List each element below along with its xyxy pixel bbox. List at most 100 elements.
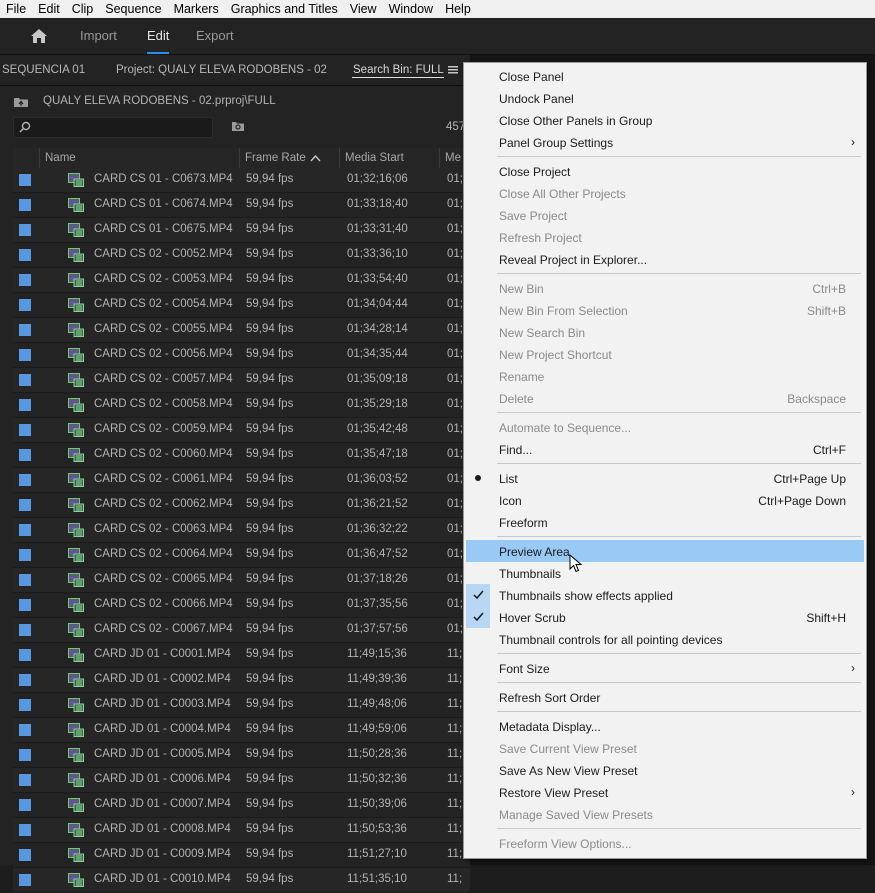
column-divider[interactable] [39, 148, 40, 168]
column-divider[interactable] [439, 148, 440, 168]
menu-item-list[interactable]: List Ctrl+Page Up [466, 467, 864, 489]
table-row[interactable]: CARD JD 01 - C0006.MP4 59,94 fps 11;50;32;… [13, 768, 470, 793]
table-row[interactable]: CARD JD 01 - C0010.MP4 59,94 fps 11;51;35;… [13, 868, 470, 893]
table-row[interactable]: CARD JD 01 - C0001.MP4 59,94 fps 11;49;15;… [13, 643, 470, 668]
label-color-swatch[interactable] [19, 524, 31, 536]
table-row[interactable]: CARD JD 01 - C0009.MP4 59,94 fps 11;51;27;… [13, 843, 470, 868]
table-row[interactable]: CARD JD 01 - C0007.MP4 59,94 fps 11;50;39;… [13, 793, 470, 818]
menu-item-icon[interactable]: Icon Ctrl+Page Down [466, 489, 864, 511]
menu-item-find[interactable]: Find... Ctrl+F [466, 438, 864, 460]
table-row[interactable]: CARD CS 02 - C0061.MP4 59,94 fps 01;36;03;… [13, 468, 470, 493]
menu-graphics-and-titles[interactable]: Graphics and Titles [225, 0, 344, 18]
label-color-swatch[interactable] [19, 549, 31, 561]
label-color-swatch[interactable] [19, 674, 31, 686]
sort-ascending-icon[interactable] [310, 154, 321, 162]
label-color-swatch[interactable] [19, 299, 31, 311]
column-name[interactable]: Name [45, 152, 76, 164]
table-row[interactable]: CARD CS 01 - C0675.MP4 59,94 fps 01;33;31;… [13, 218, 470, 243]
label-color-swatch[interactable] [19, 449, 31, 461]
menu-item-restore-view-preset[interactable]: Restore View Preset › [466, 781, 864, 803]
label-color-swatch[interactable] [19, 324, 31, 336]
table-row[interactable]: CARD CS 02 - C0063.MP4 59,94 fps 01;36;32;… [13, 518, 470, 543]
table-row[interactable]: CARD CS 02 - C0052.MP4 59,94 fps 01;33;36;… [13, 243, 470, 268]
table-row[interactable]: CARD JD 01 - C0008.MP4 59,94 fps 11;50;53;… [13, 818, 470, 843]
label-color-swatch[interactable] [19, 849, 31, 861]
tab-search-bin[interactable]: Search Bin: FULL [353, 64, 444, 76]
table-row[interactable]: CARD CS 02 - C0064.MP4 59,94 fps 01;36;47;… [13, 543, 470, 568]
label-color-swatch[interactable] [19, 624, 31, 636]
menu-markers[interactable]: Markers [168, 0, 225, 18]
table-row[interactable]: CARD CS 02 - C0057.MP4 59,94 fps 01;35;09;… [13, 368, 470, 393]
menu-clip[interactable]: Clip [66, 0, 100, 18]
label-color-swatch[interactable] [19, 224, 31, 236]
menu-item-metadata-display[interactable]: Metadata Display... [466, 715, 864, 737]
column-divider[interactable] [339, 148, 340, 168]
table-row[interactable]: CARD CS 02 - C0062.MP4 59,94 fps 01;36;21;… [13, 493, 470, 518]
menu-item-preview-area[interactable]: Preview Area [466, 540, 864, 562]
label-color-swatch[interactable] [19, 649, 31, 661]
menu-window[interactable]: Window [383, 0, 439, 18]
label-color-swatch[interactable] [19, 249, 31, 261]
table-row[interactable]: CARD JD 01 - C0002.MP4 59,94 fps 11;49;39;… [13, 668, 470, 693]
label-color-swatch[interactable] [19, 699, 31, 711]
menu-item-thumbnails[interactable]: Thumbnails [466, 562, 864, 584]
table-row[interactable]: CARD JD 01 - C0005.MP4 59,94 fps 11;50;28;… [13, 743, 470, 768]
label-color-swatch[interactable] [19, 349, 31, 361]
menu-item-freeform[interactable]: Freeform [466, 511, 864, 533]
table-row[interactable]: CARD CS 02 - C0065.MP4 59,94 fps 01;37;18;… [13, 568, 470, 593]
column-frame-rate[interactable]: Frame Rate [245, 152, 306, 164]
panel-menu-icon[interactable] [448, 66, 458, 74]
label-color-swatch[interactable] [19, 424, 31, 436]
label-color-swatch[interactable] [19, 599, 31, 611]
label-color-swatch[interactable] [19, 799, 31, 811]
column-divider[interactable] [239, 148, 240, 168]
table-row[interactable]: CARD CS 01 - C0673.MP4 59,94 fps 01;32;16;… [13, 168, 470, 193]
table-row[interactable]: CARD CS 02 - C0060.MP4 59,94 fps 01;35;47;… [13, 443, 470, 468]
menu-item-close-panel[interactable]: Close Panel [466, 65, 864, 87]
label-color-swatch[interactable] [19, 749, 31, 761]
table-row[interactable]: CARD CS 02 - C0056.MP4 59,94 fps 01;34;35;… [13, 343, 470, 368]
menu-item-thumbnails-show-effects-applied[interactable]: Thumbnails show effects applied [466, 584, 864, 606]
table-row[interactable]: CARD CS 02 - C0066.MP4 59,94 fps 01;37;35;… [13, 593, 470, 618]
tab-project[interactable]: Project: QUALY ELEVA RODOBENS - 02 [116, 64, 327, 76]
menu-item-close-project[interactable]: Close Project [466, 160, 864, 182]
label-color-swatch[interactable] [19, 724, 31, 736]
menu-edit[interactable]: Edit [32, 0, 66, 18]
table-row[interactable]: CARD JD 01 - C0003.MP4 59,94 fps 11;49;48;… [13, 693, 470, 718]
label-color-swatch[interactable] [19, 774, 31, 786]
label-color-swatch[interactable] [19, 474, 31, 486]
label-color-swatch[interactable] [19, 374, 31, 386]
menu-item-hover-scrub[interactable]: Hover Scrub Shift+H [466, 606, 864, 628]
table-row[interactable]: CARD CS 01 - C0674.MP4 59,94 fps 01;33;18;… [13, 193, 470, 218]
menu-sequence[interactable]: Sequence [99, 0, 167, 18]
label-color-swatch[interactable] [19, 874, 31, 886]
table-row[interactable]: CARD CS 02 - C0054.MP4 59,94 fps 01;34;04;… [13, 293, 470, 318]
menu-item-font-size[interactable]: Font Size › [466, 657, 864, 679]
menu-item-refresh-sort-order[interactable]: Refresh Sort Order [466, 686, 864, 708]
column-media-start[interactable]: Media Start [345, 152, 404, 164]
column-media-end[interactable]: Me [445, 152, 461, 164]
menu-item-close-other-panels-in-group[interactable]: Close Other Panels in Group [466, 109, 864, 131]
table-row[interactable]: CARD CS 02 - C0055.MP4 59,94 fps 01;34;28;… [13, 318, 470, 343]
menu-item-thumbnail-controls-for-all-pointing-devices[interactable]: Thumbnail controls for all pointing devi… [466, 628, 864, 650]
label-color-swatch[interactable] [19, 174, 31, 186]
menu-item-undock-panel[interactable]: Undock Panel [466, 87, 864, 109]
tab-sequence[interactable]: SEQUENCIA 01 [2, 64, 85, 76]
label-color-swatch[interactable] [19, 574, 31, 586]
table-row[interactable]: CARD CS 02 - C0067.MP4 59,94 fps 01;37;57;… [13, 618, 470, 643]
menu-file[interactable]: File [0, 0, 32, 18]
table-row[interactable]: CARD JD 01 - C0004.MP4 59,94 fps 11;49;59;… [13, 718, 470, 743]
home-icon[interactable] [30, 28, 48, 44]
label-color-swatch[interactable] [19, 199, 31, 211]
table-row[interactable]: CARD CS 02 - C0058.MP4 59,94 fps 01;35;29;… [13, 393, 470, 418]
parent-folder-icon[interactable] [13, 96, 29, 108]
tab-import[interactable]: Import [80, 28, 117, 43]
menu-help[interactable]: Help [439, 0, 477, 18]
search-input[interactable] [13, 117, 213, 138]
menu-item-panel-group-settings[interactable]: Panel Group Settings › [466, 131, 864, 153]
label-color-swatch[interactable] [19, 824, 31, 836]
tab-edit[interactable]: Edit [147, 28, 169, 43]
menu-item-reveal-project-in-explorer[interactable]: Reveal Project in Explorer... [466, 248, 864, 270]
new-search-bin-icon[interactable] [231, 120, 245, 132]
label-color-swatch[interactable] [19, 399, 31, 411]
